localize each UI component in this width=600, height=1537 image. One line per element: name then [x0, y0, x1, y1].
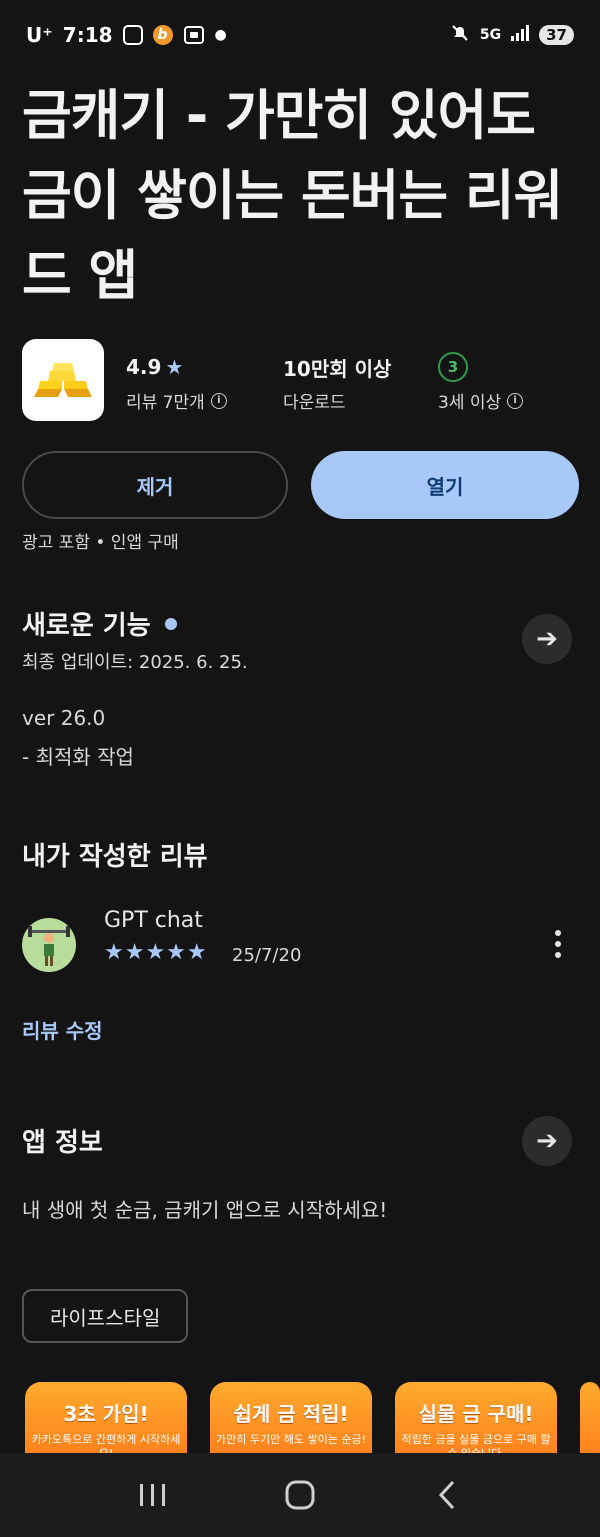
- app-title: 금캐기 - 가만히 있어도 금이 쌓이는 돈버는 리워드 앱: [22, 84, 563, 307]
- screenshot-card[interactable]: 쉽게 금 적립! 가만히 두기만 해도 쌓이는 순금!: [210, 1382, 372, 1462]
- system-nav-bar: [0, 1453, 600, 1537]
- screenshot-subtitle: 가만히 두기만 해도 쌓이는 순금!: [216, 1433, 366, 1446]
- info-icon[interactable]: i: [210, 392, 227, 409]
- release-notes: - 최적화 작업: [22, 745, 134, 769]
- screenshot-title: 쉽게 금 적립!: [233, 1402, 349, 1426]
- uninstall-button[interactable]: 제거: [22, 451, 288, 519]
- category-chip[interactable]: 라이프스타일: [22, 1289, 189, 1343]
- whats-new-arrow-icon[interactable]: ➔: [522, 614, 572, 664]
- whats-new-title: 새로운 기능: [22, 611, 151, 641]
- status-bar: U⁺ 7:18 b ● 5G 37: [0, 0, 600, 70]
- downloads-label: 다운로드: [283, 393, 346, 413]
- downloads-stat: 10만회 이상 다운로드: [283, 352, 392, 414]
- screenshot-card[interactable]: 3초 가입! 카카오톡으로 간편하게 시작하세요!: [25, 1382, 187, 1462]
- network-label: 5G: [479, 27, 502, 43]
- app-icon-gold-bars: [22, 339, 104, 421]
- open-button[interactable]: 열기: [311, 451, 579, 519]
- screenshot-title: 3초 가입!: [63, 1402, 149, 1426]
- back-icon[interactable]: [417, 1470, 477, 1520]
- app-info-arrow-icon[interactable]: ➔: [522, 1116, 572, 1166]
- info-icon[interactable]: i: [507, 392, 524, 409]
- star-icon: ★: [165, 355, 184, 379]
- ads-inapp-note: 광고 포함 • 인앱 구매: [22, 533, 179, 553]
- rating-stat: 4.9 ★ 리뷰 7만개 i: [126, 352, 227, 413]
- screenshot-card-partial[interactable]: [580, 1382, 600, 1462]
- review-date: 25/7/20: [232, 945, 302, 966]
- new-indicator-dot: [164, 617, 177, 630]
- screenshot-icon: [183, 25, 205, 45]
- recent-apps-icon[interactable]: [123, 1470, 183, 1520]
- age-label: 3세 이상: [438, 393, 502, 413]
- home-icon[interactable]: [270, 1470, 330, 1520]
- reviewer-name: GPT chat: [104, 908, 203, 933]
- notification-app-icon: [122, 25, 143, 45]
- my-review-title: 내가 작성한 리뷰: [22, 842, 208, 872]
- version-text: ver 26.0: [22, 706, 106, 730]
- app-description: 내 생애 첫 순금, 금캐기 앱으로 시작하세요!: [22, 1198, 388, 1222]
- b-app-icon: b: [152, 25, 173, 45]
- battery-icon: 37: [539, 25, 574, 45]
- age-stat: 3 3세 이상 i: [438, 352, 524, 413]
- age-rating-badge: 3: [438, 352, 468, 382]
- whats-new-header[interactable]: 새로운 기능: [22, 605, 177, 642]
- edit-review-link[interactable]: 리뷰 수정: [22, 1015, 103, 1044]
- more-options-icon[interactable]: [553, 930, 563, 958]
- screenshot-title: 실물 금 구매!: [418, 1402, 534, 1426]
- downloads-value: 10만회 이상: [283, 356, 392, 381]
- review-stars: ★★★★★: [104, 940, 208, 965]
- last-updated: 최종 업데이트: 2025. 6. 25.: [22, 652, 248, 673]
- more-notifications-dot: ●: [214, 27, 227, 43]
- app-info-title[interactable]: 앱 정보: [22, 1122, 103, 1159]
- avatar: [22, 918, 76, 972]
- rating-value: 4.9: [126, 355, 162, 379]
- signal-icon: [511, 25, 530, 45]
- carrier-label: U⁺: [26, 23, 53, 47]
- mute-icon: [450, 23, 470, 47]
- screenshot-card[interactable]: 실물 금 구매! 적립한 금을 실물 금으로 구매 할 수 있습니다.: [395, 1382, 557, 1462]
- reviews-count: 리뷰 7만개: [126, 393, 205, 413]
- clock: 7:18: [62, 23, 113, 47]
